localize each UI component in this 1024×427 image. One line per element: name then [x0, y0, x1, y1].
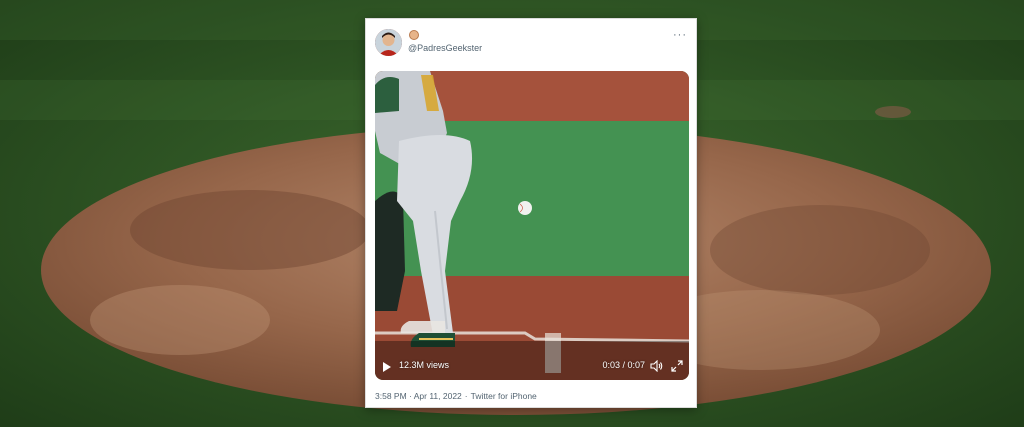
play-icon[interactable] — [383, 362, 391, 372]
tweet-timestamp[interactable]: 3:58 PM · Apr 11, 2022 — [375, 391, 462, 401]
avatar[interactable] — [375, 29, 402, 56]
tweet-header: @PadresGeekster ··· — [375, 29, 687, 57]
tweet-video[interactable]: 12.3M views 0:03 / 0:07 — [375, 71, 689, 380]
video-timestamp: 0:03 / 0:07 — [602, 360, 645, 370]
tweet-card: @PadresGeekster ··· 12.3M views 0:03 / 0… — [365, 18, 697, 408]
view-count: 12.3M views — [399, 360, 450, 370]
tweet-meta: 3:58 PM · Apr 11, 2022 · Twitter for iPhon… — [375, 391, 540, 401]
emoji-badge-icon — [409, 30, 419, 40]
video-controls: 12.3M views 0:03 / 0:07 — [375, 354, 689, 380]
volume-icon[interactable] — [650, 360, 663, 372]
tweet-handle[interactable]: @PadresGeekster — [408, 43, 482, 53]
expand-icon[interactable] — [671, 360, 683, 372]
meta-separator: · — [464, 391, 468, 401]
more-horizontal-icon[interactable]: ··· — [673, 30, 687, 41]
tweet-source[interactable]: Twitter for iPhone — [471, 391, 537, 401]
